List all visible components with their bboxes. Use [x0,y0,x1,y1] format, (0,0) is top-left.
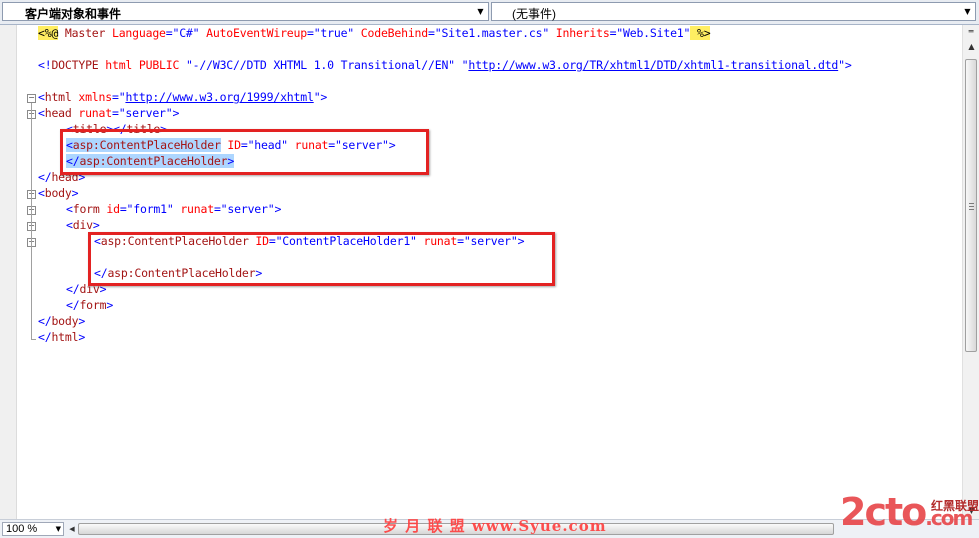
code-line-11: <body> [38,186,79,200]
fold-guide [31,103,32,339]
code-line-3: <!DOCTYPE html PUBLIC "-//W3C//DTD XHTML… [38,58,852,72]
collapse-html-icon[interactable]: − [27,94,36,103]
code-line-18: </form> [66,298,114,312]
code-line-12: <form id="form1" runat="server"> [66,202,282,216]
zoom-value: 100 % [6,523,38,535]
fold-guide-end [31,339,36,340]
highlight-box-body-placeholder [88,232,555,286]
split-view-icon[interactable]: ═ [965,27,977,36]
dropdown-arrow-icon[interactable]: ▼ [473,3,488,20]
dropdown-arrow-icon[interactable]: ▼ [56,523,61,535]
code-line-6: <head runat="server"> [38,106,180,120]
watermark-logo-caption: 红黑联盟 [931,499,979,513]
navigation-bar: 客户端对象和事件 ▼ (无事件) ▼ [0,0,979,25]
vertical-scroll-thumb[interactable] [965,59,977,352]
code-line-19: </body> [38,314,86,328]
doctype-link[interactable]: http://www.w3.org/TR/xhtml1/DTD/xhtml1-t… [468,58,838,72]
scroll-left-icon[interactable]: ◀ [66,522,78,536]
vertical-scrollbar[interactable]: ═ ▲ ▼ [962,25,979,519]
watermark-text: 岁 月 联 盟 www.Syue.com [383,517,607,535]
highlight-box-head-placeholder [60,129,429,175]
code-editor[interactable]: − − − − − − <%@ Master Language="C#" Aut… [0,25,962,519]
code-line-5: <html xmlns="http://www.w3.org/1999/xhtm… [38,90,328,104]
scroll-up-icon[interactable]: ▲ [963,39,979,55]
code-line-13: <div> [66,218,100,232]
dropdown-arrow-icon[interactable]: ▼ [960,3,975,20]
events-dropdown[interactable]: (无事件) ▼ [491,2,976,21]
zoom-dropdown[interactable]: 100 % ▼ [2,522,64,536]
dropdown-selected-value: 客户端对象和事件 [25,7,122,21]
client-objects-events-dropdown[interactable]: 客户端对象和事件 ▼ [2,2,489,21]
editor-margin [0,25,17,519]
xmlns-link[interactable]: http://www.w3.org/1999/xhtml [125,90,313,104]
code-line-1: <%@ Master Language="C#" AutoEventWireup… [38,26,711,40]
code-line-20: </html> [38,330,86,344]
dropdown-selected-value: (无事件) [512,7,556,21]
